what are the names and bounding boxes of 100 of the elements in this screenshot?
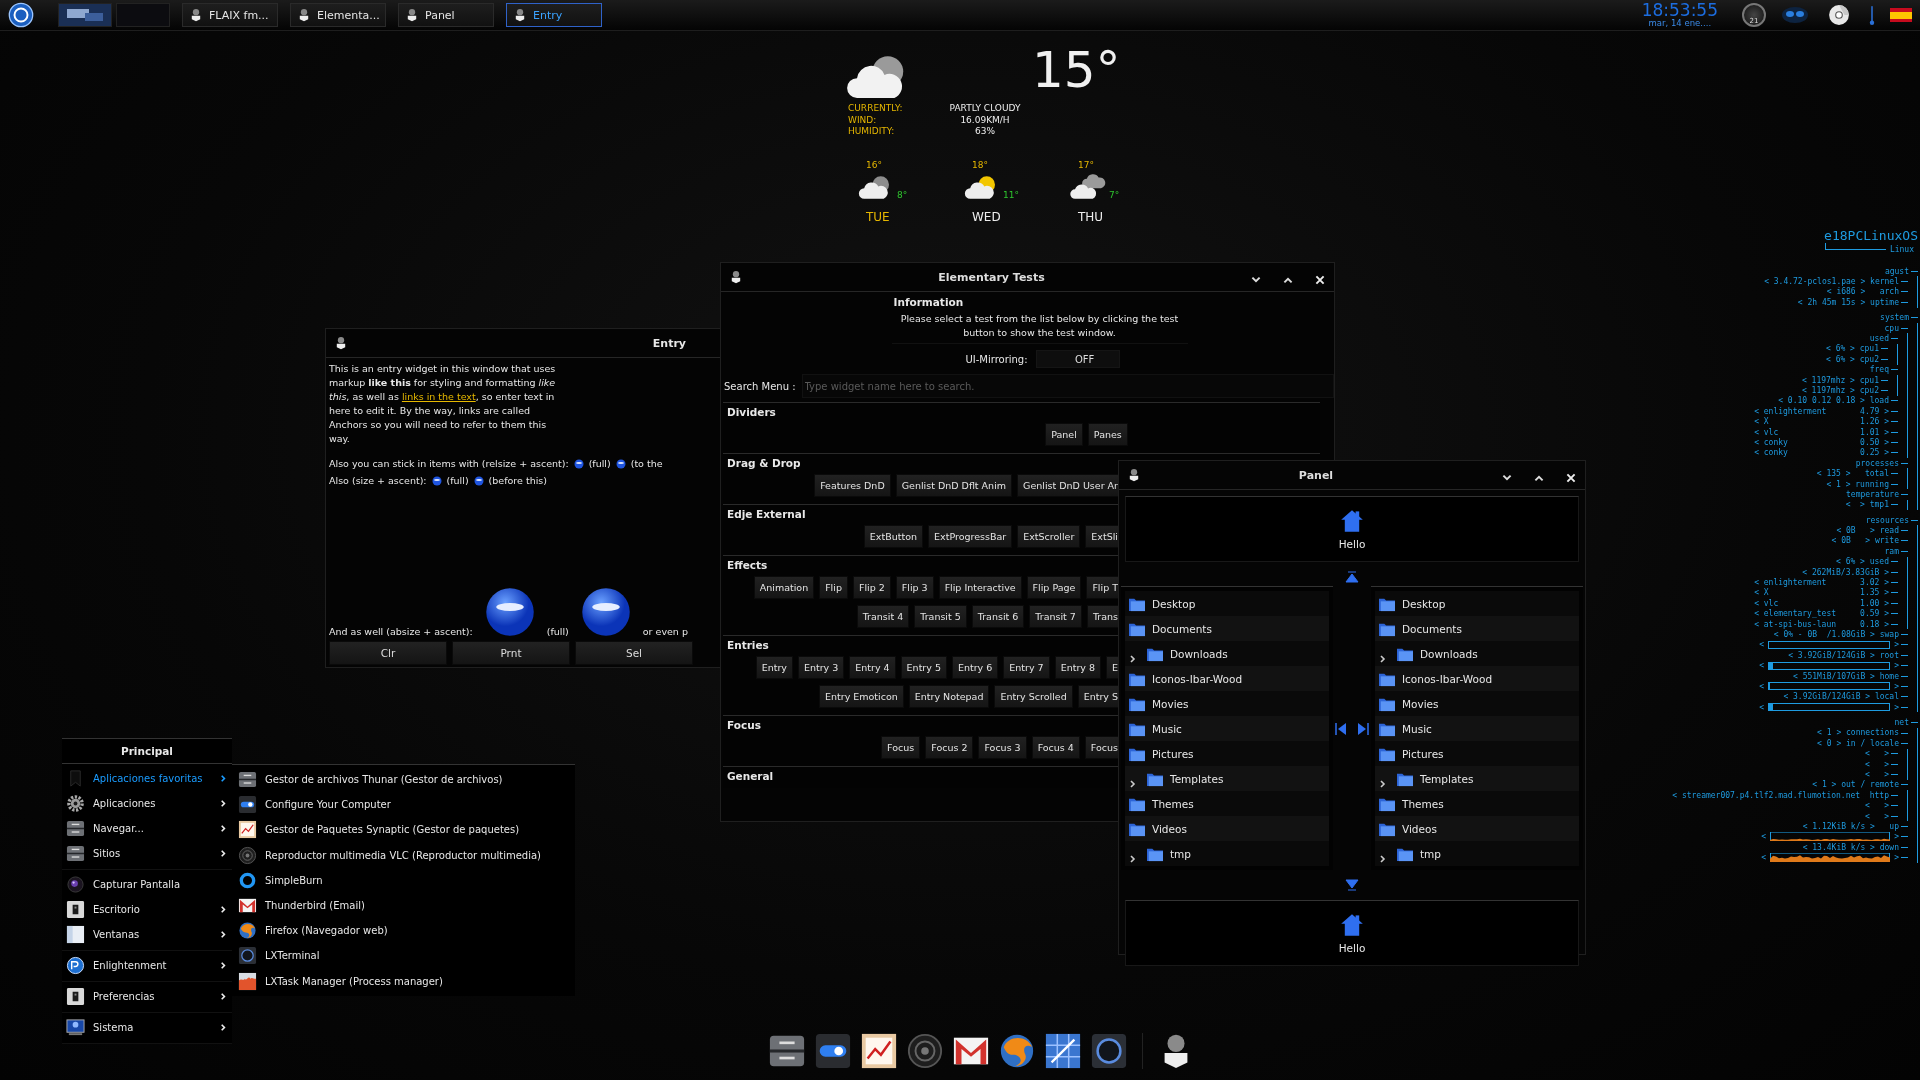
folder-label[interactable]: Documents: [1152, 622, 1212, 635]
folder-label[interactable]: Themes: [1152, 797, 1194, 810]
down-arrow-icon[interactable]: [1345, 876, 1359, 888]
task-button[interactable]: Panel: [398, 3, 494, 27]
test-button[interactable]: Entry: [755, 656, 793, 679]
menu-item[interactable]: Gestor de Paquetes Synaptic (Gestor de paquetes): [232, 817, 575, 843]
test-button[interactable]: Transit 4: [856, 605, 910, 628]
home-icon[interactable]: [1340, 912, 1364, 938]
desktop-pager[interactable]: [58, 3, 170, 27]
menu-item[interactable]: Navegar...: [62, 816, 232, 841]
globe-icon[interactable]: [998, 1032, 1036, 1070]
home-icon[interactable]: [1340, 508, 1364, 534]
test-button[interactable]: Focus 2: [925, 736, 974, 759]
test-button[interactable]: Entry 8: [1054, 656, 1101, 679]
test-button[interactable]: ExtScroller: [1017, 525, 1081, 548]
action-button[interactable]: Clr: [329, 641, 447, 665]
sphere-icon[interactable]: [1127, 467, 1141, 483]
test-button[interactable]: Flip Interactive: [938, 576, 1022, 599]
test-button[interactable]: Flip T: [1086, 576, 1118, 599]
folder-label[interactable]: Pictures: [1152, 747, 1194, 760]
folder-label[interactable]: Downloads: [1420, 647, 1478, 660]
menu-item[interactable]: Escritorio: [62, 897, 232, 922]
test-button[interactable]: Focus 4: [1031, 736, 1080, 759]
menu-item[interactable]: Reproductor multimedia VLC (Reproductor multimedia): [232, 842, 575, 868]
test-button[interactable]: Trans: [1086, 605, 1118, 628]
test-button[interactable]: Focus: [1084, 736, 1118, 759]
sphere-icon[interactable]: [729, 269, 743, 285]
test-button[interactable]: Entry S: [1077, 685, 1118, 708]
folder-label[interactable]: Desktop: [1402, 597, 1446, 610]
folder-label[interactable]: Themes: [1402, 797, 1444, 810]
thermometer-icon[interactable]: [1868, 4, 1876, 26]
folder-label[interactable]: Templates: [1170, 772, 1224, 785]
test-button[interactable]: Animation: [753, 576, 815, 599]
menu-item[interactable]: Gestor de archivos Thunar (Gestor de archivos): [232, 767, 575, 793]
test-button[interactable]: Genlist DnD Dflt Anim: [895, 474, 1013, 497]
menu-item[interactable]: Preferencias: [62, 984, 232, 1009]
folder-label[interactable]: Videos: [1402, 822, 1437, 835]
menu-item[interactable]: Aplicaciones: [62, 791, 232, 816]
test-button[interactable]: Entry 4: [849, 656, 896, 679]
folder-label[interactable]: Pictures: [1402, 747, 1444, 760]
sphere-icon[interactable]: [334, 335, 348, 351]
task-button[interactable]: Elementa...: [290, 3, 386, 27]
grid-icon[interactable]: [1044, 1032, 1082, 1070]
test-button[interactable]: Entry Notepad: [908, 685, 990, 708]
test-button[interactable]: Transit 5: [914, 605, 967, 628]
toggle-icon[interactable]: [814, 1032, 852, 1070]
folder-label[interactable]: Music: [1152, 722, 1182, 735]
menu-item[interactable]: SimpleBurn: [232, 867, 575, 893]
folder-label[interactable]: Documents: [1402, 622, 1462, 635]
search-field[interactable]: Type widget name here to search.: [801, 374, 1334, 398]
menu-item[interactable]: LXTask Manager (Process manager): [232, 968, 575, 994]
folder-label[interactable]: Music: [1402, 722, 1432, 735]
test-button[interactable]: Transit 7: [1029, 605, 1082, 628]
folder-label[interactable]: Templates: [1420, 772, 1474, 785]
test-button[interactable]: ExtButton: [863, 525, 924, 548]
folder-label[interactable]: tmp: [1170, 847, 1191, 860]
chart-icon[interactable]: [860, 1032, 898, 1070]
test-button[interactable]: Features DnD: [814, 474, 891, 497]
menu-item[interactable]: Capturar Pantalla: [62, 872, 232, 897]
test-button[interactable]: Panel: [1045, 423, 1083, 446]
folder-label[interactable]: Movies: [1402, 697, 1439, 710]
right-arrow-icon[interactable]: [1357, 721, 1369, 735]
test-button[interactable]: Entry Emoticon: [819, 685, 904, 708]
test-button[interactable]: Flip 3: [895, 576, 934, 599]
speaker-icon[interactable]: [906, 1032, 944, 1070]
menu-item[interactable]: Thunderbird (Email): [232, 892, 575, 919]
test-button[interactable]: Flip: [819, 576, 848, 599]
test-button[interactable]: Focus: [881, 736, 921, 759]
menu-item[interactable]: Configure Your Computer: [232, 792, 575, 818]
eyes-icon[interactable]: [1780, 4, 1810, 26]
test-button[interactable]: Flip Page: [1026, 576, 1082, 599]
test-button[interactable]: Genlist DnD User Ar: [1017, 474, 1118, 497]
action-button[interactable]: Prnt: [452, 641, 570, 665]
test-button[interactable]: Entry Scrolled: [994, 685, 1073, 708]
test-button[interactable]: E: [1106, 656, 1118, 679]
menu-item[interactable]: LXTerminal: [232, 943, 575, 969]
test-button[interactable]: Flip 2: [852, 576, 891, 599]
menu-item[interactable]: Firefox (Navegador web): [232, 918, 575, 944]
folder-label[interactable]: Movies: [1152, 697, 1189, 710]
test-button[interactable]: ExtProgressBar: [928, 525, 1013, 548]
test-button[interactable]: ExtSli: [1085, 525, 1118, 548]
text-link[interactable]: links in the text: [401, 391, 476, 402]
menu-item[interactable]: Ventanas: [62, 922, 232, 947]
test-button[interactable]: Entry 5: [900, 656, 947, 679]
left-arrow-icon[interactable]: [1335, 721, 1347, 735]
mirroring-toggle[interactable]: OFF: [1035, 350, 1120, 368]
task-button[interactable]: Entry: [506, 3, 602, 27]
task-button[interactable]: FLAIX fm...: [182, 3, 278, 27]
menu-item[interactable]: Sistema: [62, 1015, 232, 1040]
menu-item[interactable]: Aplicaciones favoritas: [62, 766, 232, 791]
test-button[interactable]: Panes: [1087, 423, 1128, 446]
menu-item[interactable]: Enlightenment: [62, 953, 232, 978]
folder-label[interactable]: tmp: [1420, 847, 1441, 860]
folder-label[interactable]: Videos: [1152, 822, 1187, 835]
test-button[interactable]: Entry 6: [951, 656, 999, 679]
flag-icon[interactable]: [1890, 8, 1912, 22]
up-arrow-icon[interactable]: [1345, 568, 1359, 580]
action-button[interactable]: Sel: [575, 641, 693, 665]
test-button[interactable]: Transit 6: [971, 605, 1025, 628]
test-button[interactable]: Focus 3: [978, 736, 1027, 759]
